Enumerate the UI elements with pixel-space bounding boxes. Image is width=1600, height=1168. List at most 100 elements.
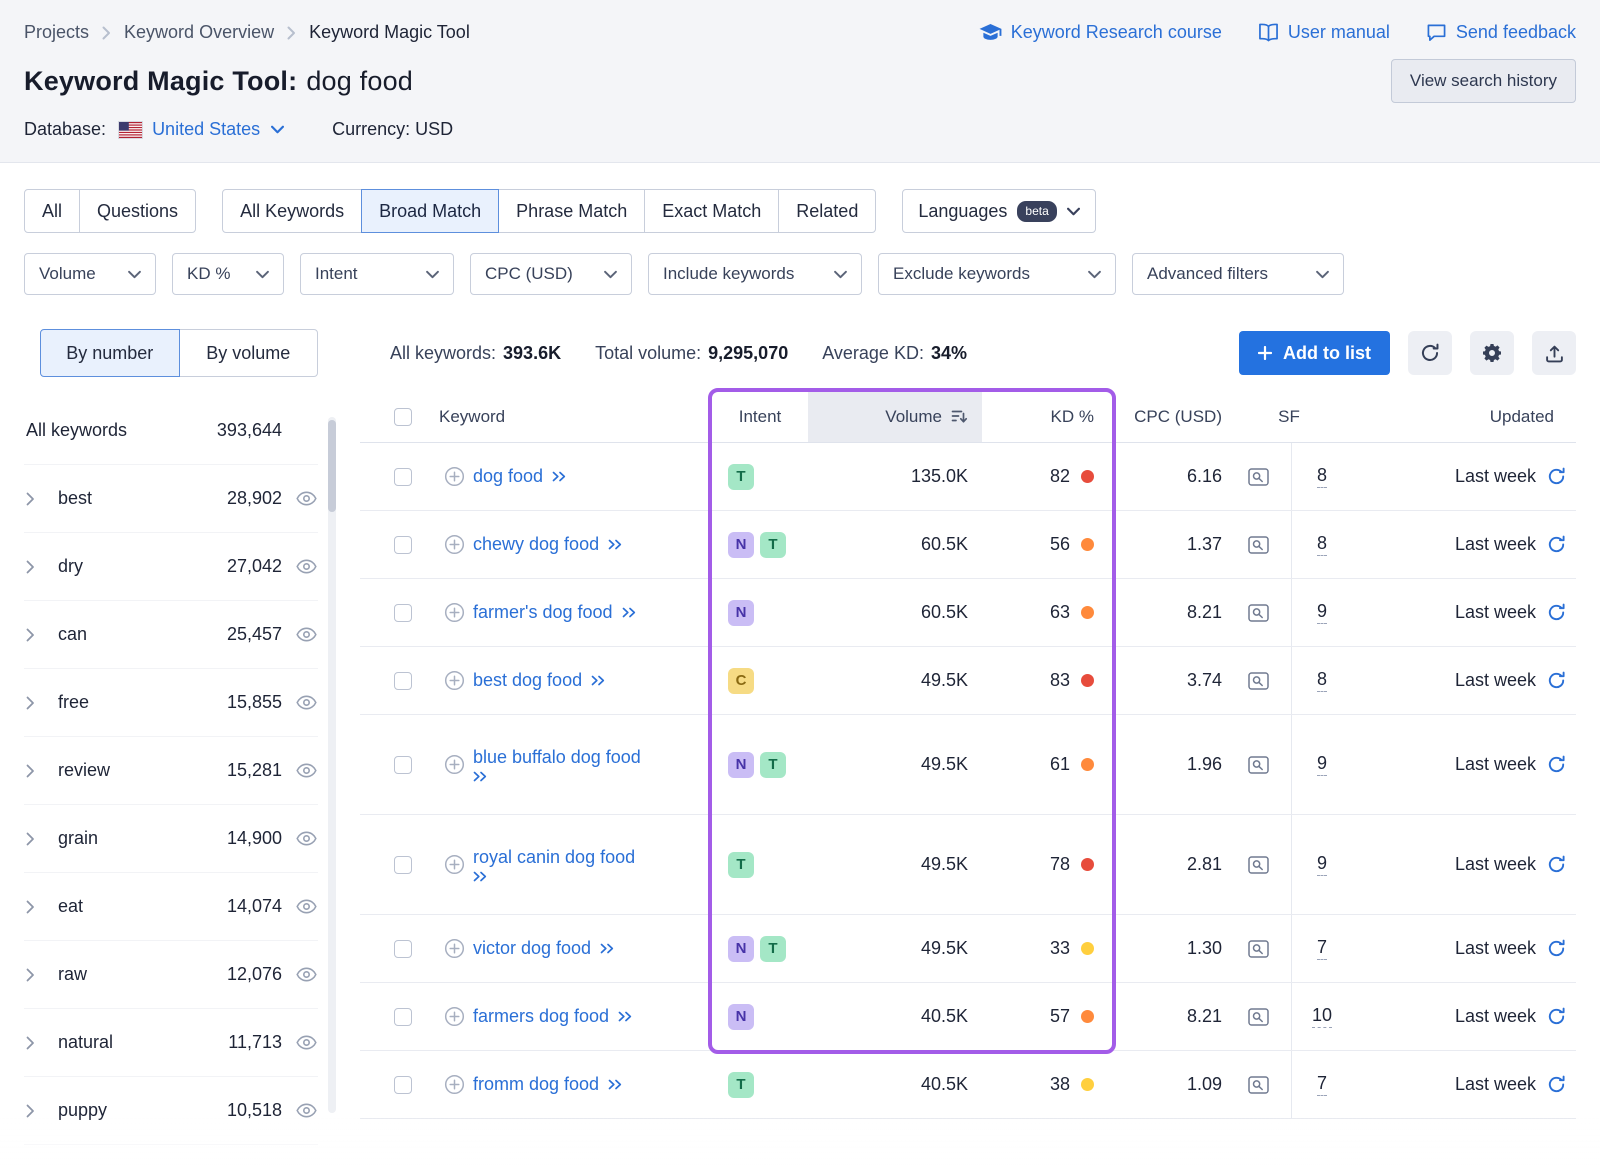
row-checkbox[interactable]: [394, 940, 412, 958]
serp-preview-icon[interactable]: [1248, 604, 1269, 622]
keyword-link[interactable]: fromm dog food: [473, 1074, 599, 1095]
row-checkbox[interactable]: [394, 1008, 412, 1026]
row-checkbox[interactable]: [394, 468, 412, 486]
add-keyword-icon[interactable]: [444, 1006, 465, 1027]
column-header-keyword[interactable]: Keyword: [430, 391, 712, 442]
row-checkbox[interactable]: [394, 756, 412, 774]
by-number-toggle[interactable]: By number: [40, 329, 180, 377]
column-header-kd[interactable]: KD %: [982, 391, 1112, 442]
sf-value[interactable]: 7: [1317, 1073, 1327, 1096]
open-keyword-icon[interactable]: [622, 607, 637, 618]
eye-icon[interactable]: [296, 627, 318, 642]
by-volume-toggle[interactable]: By volume: [179, 329, 319, 377]
sf-value[interactable]: 9: [1317, 853, 1327, 876]
column-header-volume[interactable]: Volume: [808, 391, 982, 442]
refresh-metrics-icon[interactable]: [1547, 855, 1566, 874]
sidebar-group-review[interactable]: review15,281: [24, 737, 318, 805]
sidebar-group-natural[interactable]: natural11,713: [24, 1009, 318, 1077]
column-header-sf[interactable]: SF: [1226, 391, 1352, 442]
keyword-link[interactable]: victor dog food: [473, 938, 591, 959]
refresh-metrics-icon[interactable]: [1547, 467, 1566, 486]
breadcrumb-keyword-overview[interactable]: Keyword Overview: [124, 22, 274, 43]
row-checkbox[interactable]: [394, 536, 412, 554]
keyword-link[interactable]: best dog food: [473, 670, 582, 691]
filter-advanced-filters[interactable]: Advanced filters: [1132, 253, 1344, 295]
sidebar-group-grain[interactable]: grain14,900: [24, 805, 318, 873]
expand-chevron-icon[interactable]: [24, 900, 50, 914]
eye-icon[interactable]: [296, 559, 318, 574]
sidebar-group-puppy[interactable]: puppy10,518: [24, 1077, 318, 1145]
open-keyword-icon[interactable]: [552, 471, 567, 482]
tab-questions[interactable]: Questions: [79, 189, 196, 233]
filter-cpc-usd[interactable]: CPC (USD): [470, 253, 632, 295]
add-keyword-icon[interactable]: [444, 466, 465, 487]
serp-preview-icon[interactable]: [1248, 1076, 1269, 1094]
filter-intent[interactable]: Intent: [300, 253, 454, 295]
tab-related[interactable]: Related: [778, 189, 876, 233]
eye-icon[interactable]: [296, 967, 318, 982]
tab-all-keywords[interactable]: All Keywords: [222, 189, 362, 233]
sidebar-group-free[interactable]: free15,855: [24, 669, 318, 737]
keyword-link[interactable]: farmers dog food: [473, 1006, 609, 1027]
keyword-link[interactable]: royal canin dog food: [473, 847, 635, 868]
expand-chevron-icon[interactable]: [24, 1104, 50, 1118]
expand-chevron-icon[interactable]: [24, 764, 50, 778]
export-button[interactable]: [1532, 331, 1576, 375]
settings-button[interactable]: [1470, 331, 1514, 375]
tab-broad-match[interactable]: Broad Match: [361, 189, 499, 233]
add-keyword-icon[interactable]: [444, 670, 465, 691]
refresh-metrics-icon[interactable]: [1547, 939, 1566, 958]
tab-exact-match[interactable]: Exact Match: [644, 189, 779, 233]
open-keyword-icon[interactable]: [473, 771, 641, 782]
sidebar-group-best[interactable]: best28,902: [24, 465, 318, 533]
row-checkbox[interactable]: [394, 1076, 412, 1094]
sidebar-group-can[interactable]: can25,457: [24, 601, 318, 669]
sidebar-all-keywords-row[interactable]: All keywords 393,644: [24, 397, 318, 465]
sf-value[interactable]: 8: [1317, 669, 1327, 692]
sidebar-group-dry[interactable]: dry27,042: [24, 533, 318, 601]
filter-exclude-keywords[interactable]: Exclude keywords: [878, 253, 1116, 295]
expand-chevron-icon[interactable]: [24, 628, 50, 642]
select-all-checkbox[interactable]: [394, 408, 412, 426]
keyword-link[interactable]: chewy dog food: [473, 534, 599, 555]
user-manual-link[interactable]: User manual: [1258, 22, 1390, 43]
filter-volume[interactable]: Volume: [24, 253, 156, 295]
refresh-metrics-icon[interactable]: [1547, 535, 1566, 554]
expand-chevron-icon[interactable]: [24, 492, 50, 506]
keyword-research-course-link[interactable]: Keyword Research course: [979, 22, 1222, 43]
add-to-list-button[interactable]: Add to list: [1239, 331, 1390, 375]
add-keyword-icon[interactable]: [444, 754, 465, 775]
sf-value[interactable]: 8: [1317, 465, 1327, 488]
add-keyword-icon[interactable]: [444, 1074, 465, 1095]
refresh-button[interactable]: [1408, 331, 1452, 375]
eye-icon[interactable]: [296, 695, 318, 710]
filter-include-keywords[interactable]: Include keywords: [648, 253, 862, 295]
row-checkbox[interactable]: [394, 604, 412, 622]
sf-value[interactable]: 9: [1317, 601, 1327, 624]
expand-chevron-icon[interactable]: [24, 832, 50, 846]
eye-icon[interactable]: [296, 831, 318, 846]
expand-chevron-icon[interactable]: [24, 696, 50, 710]
eye-icon[interactable]: [296, 763, 318, 778]
open-keyword-icon[interactable]: [608, 1079, 623, 1090]
add-keyword-icon[interactable]: [444, 534, 465, 555]
serp-preview-icon[interactable]: [1248, 856, 1269, 874]
column-header-cpc[interactable]: CPC (USD): [1112, 391, 1226, 442]
languages-dropdown[interactable]: Languages beta: [902, 189, 1095, 233]
filter-kd[interactable]: KD %: [172, 253, 284, 295]
column-header-intent[interactable]: Intent: [712, 391, 808, 442]
database-selector[interactable]: United States: [118, 119, 284, 140]
row-checkbox[interactable]: [394, 672, 412, 690]
breadcrumb-projects[interactable]: Projects: [24, 22, 89, 43]
eye-icon[interactable]: [296, 1035, 318, 1050]
open-keyword-icon[interactable]: [591, 675, 606, 686]
sidebar-group-raw[interactable]: raw12,076: [24, 941, 318, 1009]
sf-value[interactable]: 8: [1317, 533, 1327, 556]
refresh-metrics-icon[interactable]: [1547, 755, 1566, 774]
add-keyword-icon[interactable]: [444, 938, 465, 959]
eye-icon[interactable]: [296, 899, 318, 914]
tab-all[interactable]: All: [24, 189, 80, 233]
eye-icon[interactable]: [296, 1103, 318, 1118]
keyword-link[interactable]: dog food: [473, 466, 543, 487]
expand-chevron-icon[interactable]: [24, 560, 50, 574]
